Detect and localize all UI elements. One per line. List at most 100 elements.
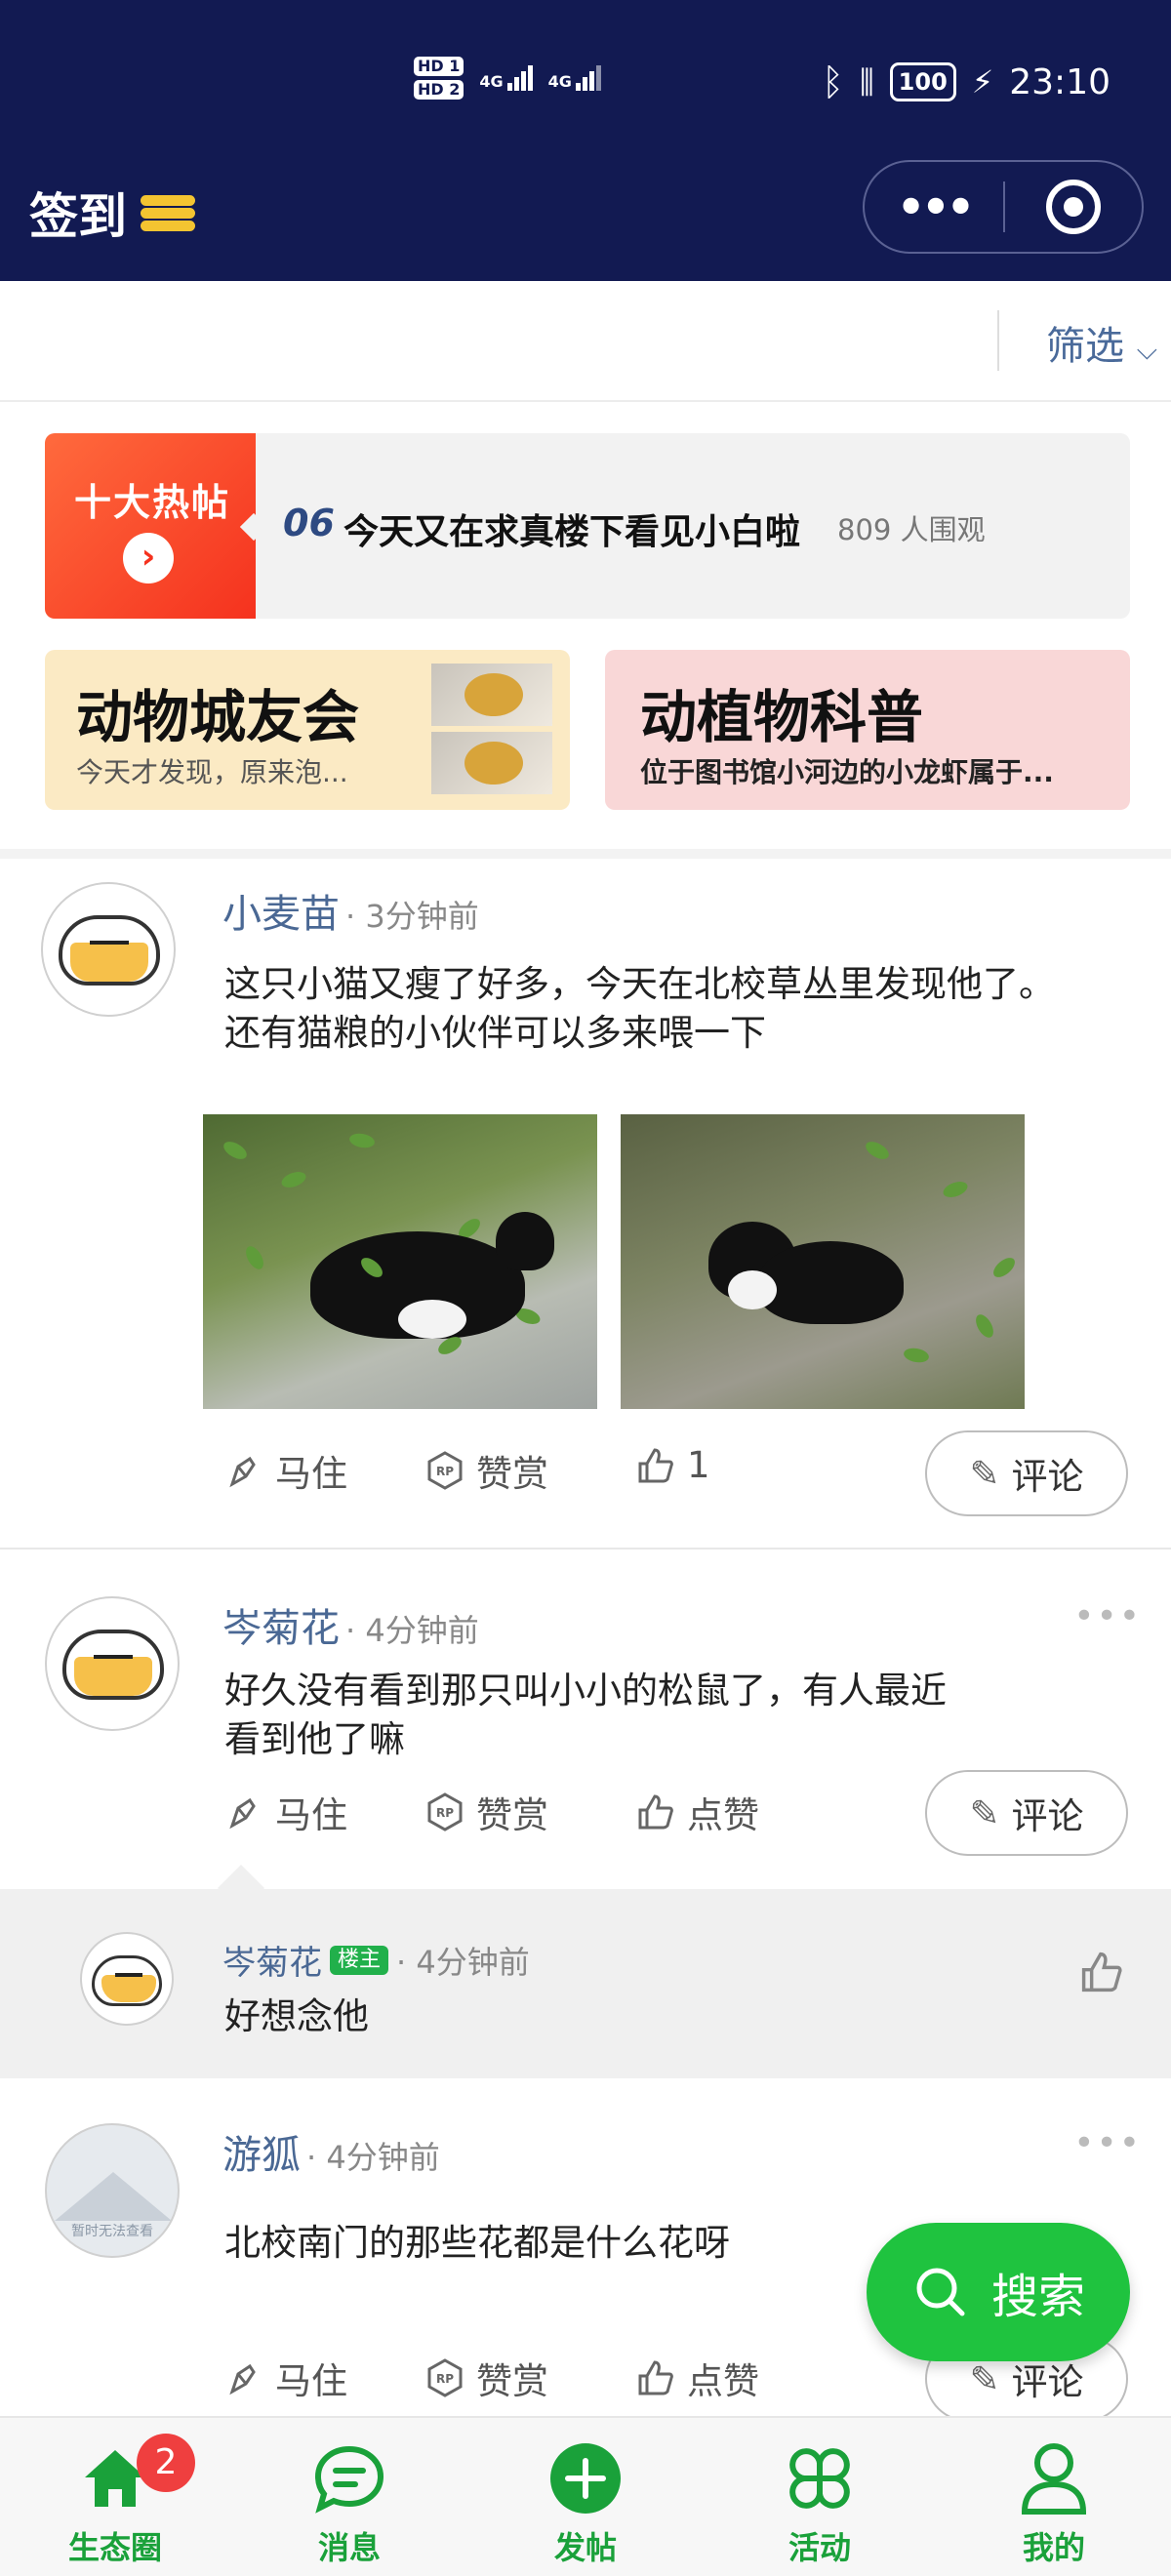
- filter-button[interactable]: 筛选 ⌵: [1046, 314, 1157, 371]
- category-desc: 位于图书馆小河边的小龙虾属于...: [640, 756, 1054, 788]
- reward-icon: RP: [427, 1451, 463, 1490]
- hd-indicators: HD 1 HD 2: [414, 57, 464, 100]
- post-photo[interactable]: [621, 1114, 1025, 1409]
- tab-messages[interactable]: 消息: [281, 2437, 418, 2568]
- post-body-line: 好久没有看到那只叫小小的松鼠了，有人最近: [224, 1670, 947, 1711]
- avatar[interactable]: [45, 1596, 180, 1731]
- search-button[interactable]: 搜索: [867, 2223, 1130, 2361]
- hot-post-views: 809 人围观: [837, 513, 986, 546]
- pin-icon: [229, 1797, 256, 1830]
- save-button[interactable]: 马住: [224, 2352, 347, 2404]
- reward-button[interactable]: RP 赞赏: [425, 1786, 548, 1838]
- pencil-icon: ✎: [969, 2357, 1000, 2400]
- save-button[interactable]: 马住: [224, 1444, 347, 1497]
- tab-label: 活动: [787, 2529, 851, 2566]
- pin-icon: [229, 1456, 256, 1488]
- net2-label: 4G: [547, 72, 572, 91]
- post-author-name: 游狐: [222, 2133, 301, 2178]
- like-button[interactable]: 1: [636, 1444, 710, 1486]
- save-label: 马住: [275, 1794, 347, 1836]
- vibrate-icon: ⫼: [859, 62, 874, 101]
- clover-icon: [789, 2448, 850, 2509]
- tab-post[interactable]: 发帖: [517, 2437, 654, 2568]
- svg-text:RP: RP: [436, 1465, 454, 1478]
- section-gap: [0, 849, 1171, 859]
- pencil-icon: ✎: [969, 1452, 1000, 1495]
- post-author[interactable]: 岑菊花 · 4分钟前: [222, 1596, 479, 1653]
- chevron-down-icon: ⌵: [1136, 334, 1157, 366]
- reward-button[interactable]: RP 赞赏: [425, 2352, 548, 2404]
- more-options-icon[interactable]: •••: [1073, 2123, 1142, 2163]
- hd2-label: HD 2: [414, 80, 464, 100]
- category-card-animal-club[interactable]: 动物城友会 今天才发现，原来泡...: [45, 650, 570, 810]
- thumbs-up-icon: [638, 2360, 673, 2395]
- more-options-icon[interactable]: •••: [1073, 1596, 1142, 1636]
- save-button[interactable]: 马住: [224, 1786, 347, 1838]
- reply-author-name: 岑菊花: [222, 1944, 322, 1983]
- reply-like-icon[interactable]: [1079, 1950, 1124, 1994]
- like-button[interactable]: 点赞: [636, 2352, 759, 2404]
- category-card-flora-fauna[interactable]: 动植物科普 位于图书馆小河边的小龙虾属于...: [605, 650, 1130, 810]
- charging-icon: ⚡: [971, 63, 994, 101]
- comment-label: 评论: [1011, 1795, 1084, 1837]
- pin-icon: [229, 2363, 256, 2395]
- comment-button[interactable]: ✎ 评论: [925, 1770, 1128, 1856]
- notification-badge: 2: [137, 2434, 195, 2492]
- avatar-unavailable-text: 暂时无法查看: [71, 2224, 153, 2239]
- post-author-name: 岑菊花: [222, 1606, 340, 1651]
- owner-badge: 楼主: [330, 1945, 389, 1975]
- avatar-placeholder[interactable]: 暂时无法查看: [45, 2123, 180, 2258]
- page-title: 签到: [29, 188, 127, 245]
- reply-item[interactable]: 岑菊花 楼主 · 4分钟前 好想念他: [0, 1889, 1171, 2078]
- hot-posts-banner[interactable]: 十大热帖 › 06 今天又在求真楼下看见小白啦 809 人围观: [45, 433, 1130, 619]
- plus-circle-icon: [550, 2443, 621, 2514]
- reward-label: 赞赏: [476, 2360, 548, 2402]
- reward-icon: RP: [427, 1792, 463, 1831]
- pencil-icon: ✎: [969, 1791, 1000, 1834]
- category-name: 动物城友会: [76, 684, 360, 750]
- mini-program-capsule: •••: [863, 160, 1144, 254]
- post-photo[interactable]: [203, 1114, 597, 1409]
- reply-time: · 4分钟前: [396, 1943, 530, 1981]
- tab-profile[interactable]: 我的: [986, 2437, 1122, 2568]
- more-menu-button[interactable]: •••: [865, 184, 1003, 229]
- like-button[interactable]: 点赞: [636, 1786, 759, 1838]
- post-author[interactable]: 小麦苗 · 3分钟前: [222, 882, 479, 939]
- tab-label: 发帖: [553, 2529, 617, 2566]
- reward-button[interactable]: RP 赞赏: [425, 1444, 548, 1497]
- save-label: 马住: [275, 1453, 347, 1495]
- category-thumbnail: [431, 664, 552, 726]
- chat-bubble-icon: [314, 2445, 384, 2514]
- tab-activities[interactable]: 活动: [751, 2437, 888, 2568]
- post-body-line: 还有猫粮的小伙伴可以多来喂一下: [224, 1012, 766, 1054]
- reply-avatar[interactable]: [80, 1932, 174, 2026]
- post-body[interactable]: 这只小猫又瘦了好多，今天在北校草丛里发现他了。 还有猫粮的小伙伴可以多来喂一下: [224, 960, 1055, 1058]
- post-body[interactable]: 好久没有看到那只叫小小的松鼠了，有人最近 看到他了嘛: [224, 1667, 947, 1764]
- post-body-line: 看到他了嘛: [224, 1718, 405, 1760]
- post-time: · 4分钟前: [345, 1612, 479, 1649]
- category-thumbnail: [431, 732, 552, 794]
- svg-text:RP: RP: [436, 2372, 454, 2386]
- signal-2: 4G: [548, 65, 601, 91]
- reward-label: 赞赏: [476, 1453, 548, 1495]
- comment-button[interactable]: ✎ 评论: [925, 1430, 1128, 1516]
- signal-bars-icon: [575, 65, 601, 91]
- hot-posts-badge[interactable]: 十大热帖 ›: [45, 433, 256, 619]
- post-time: · 3分钟前: [345, 898, 479, 935]
- user-icon: [1021, 2443, 1087, 2515]
- category-desc: 今天才发现，原来泡...: [76, 756, 348, 788]
- search-icon: [916, 2268, 965, 2316]
- close-mini-program-button[interactable]: [1005, 180, 1142, 234]
- reply-author[interactable]: 岑菊花 楼主 · 4分钟前: [222, 1936, 530, 1984]
- hd1-label: HD 1: [414, 57, 464, 76]
- post-author[interactable]: 游狐 · 4分钟前: [222, 2123, 440, 2180]
- post-body[interactable]: 北校南门的那些花都是什么花呀: [224, 2219, 730, 2268]
- filter-divider: [997, 310, 999, 371]
- like-label: 点赞: [687, 1794, 759, 1836]
- save-label: 马住: [275, 2360, 347, 2402]
- comment-label: 评论: [1011, 1456, 1084, 1498]
- avatar[interactable]: [41, 882, 176, 1017]
- net1-label: 4G: [479, 72, 504, 91]
- checkin-title[interactable]: 签到: [29, 178, 195, 248]
- reply-text: 好想念他: [224, 1995, 369, 2037]
